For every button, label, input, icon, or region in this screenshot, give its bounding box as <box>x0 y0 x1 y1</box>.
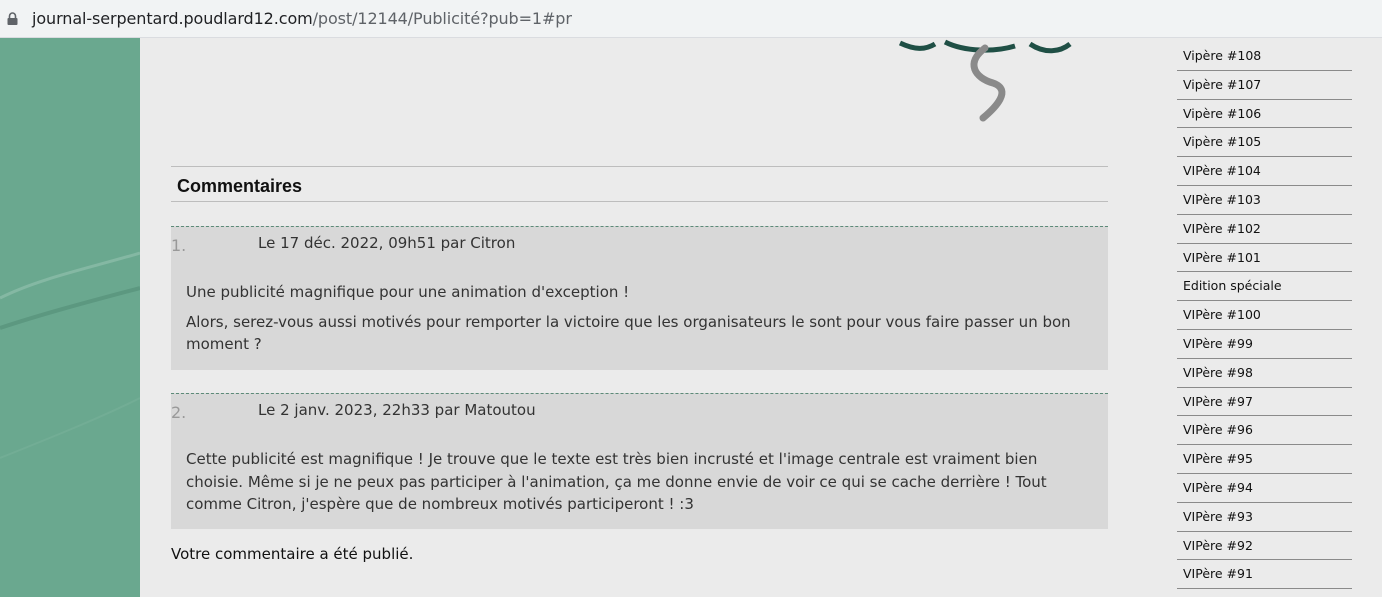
sidebar-issue-link[interactable]: Vipère #106 <box>1177 100 1352 129</box>
sidebar-issue-link[interactable]: VIPère #98 <box>1177 359 1352 388</box>
sidebar-issue-link[interactable]: VIPère #92 <box>1177 532 1352 561</box>
sidebar-issue-link[interactable]: Edition spéciale <box>1177 272 1352 302</box>
sidebar-issue-link[interactable]: VIPère #102 <box>1177 215 1352 244</box>
sidebar-issue-link[interactable]: Vipère #105 <box>1177 128 1352 158</box>
sidebar-issue-link[interactable]: Vipère #107 <box>1177 71 1352 100</box>
band-swirl-decoration <box>0 251 140 459</box>
comment-paragraph: Une publicité magnifique pour une animat… <box>186 283 630 301</box>
main-content: Commentaires 1. Le 17 déc. 2022, 09h51 p… <box>140 38 1176 597</box>
left-decorative-band <box>0 38 140 597</box>
address-bar[interactable]: journal-serpentard.poudlard12.com/post/1… <box>0 0 1382 38</box>
sidebar-issue-link[interactable]: VIPère #100 <box>1177 301 1352 330</box>
comment-number: 2. <box>171 403 187 422</box>
comment-paragraph: Alors, serez-vous aussi motivés pour rem… <box>186 312 1071 354</box>
sidebar-issue-link[interactable]: VIPère #101 <box>1177 244 1352 273</box>
issues-sidebar: Vipère #108 Vipère #107 Vipère #106 Vipère … <box>1177 42 1352 590</box>
comments-heading: Commentaires <box>171 166 1108 202</box>
comment-meta: Le 2 janv. 2023, 22h33 par Matoutou <box>258 401 536 419</box>
url-host: journal-serpentard.poudlard12.com <box>32 9 313 28</box>
sidebar-issue-link[interactable]: Vipère #108 <box>1177 42 1352 71</box>
comment-body: Une publicité magnifique pour une animat… <box>186 281 1088 363</box>
published-confirmation: Votre commentaire a été publié. <box>171 545 414 563</box>
comment-paragraph: Cette publicité est magnifique ! Je trou… <box>186 450 1047 513</box>
issues-list: Vipère #108 Vipère #107 Vipère #106 Vipère … <box>1177 42 1352 590</box>
sidebar-issue-link[interactable]: VIPère #99 <box>1177 330 1352 359</box>
lock-icon <box>7 12 18 25</box>
sidebar-issue-link[interactable]: VIPère #93 <box>1177 503 1352 532</box>
url-text[interactable]: journal-serpentard.poudlard12.com/post/1… <box>32 9 572 28</box>
sidebar-issue-link[interactable]: VIPère #96 <box>1177 416 1352 446</box>
url-path: /post/12144/Publicité?pub=1#pr <box>312 9 572 28</box>
comments-title: Commentaires <box>177 176 303 196</box>
sidebar-issue-link[interactable]: VIPère #94 <box>1177 474 1352 503</box>
serpent-logo-fragment <box>898 39 1072 122</box>
comment-body: Cette publicité est magnifique ! Je trou… <box>186 448 1088 523</box>
comment-2: 2. Le 2 janv. 2023, 22h33 par Matoutou C… <box>171 393 1108 529</box>
comment-number: 1. <box>171 236 187 255</box>
sidebar-issue-link[interactable]: VIPère #97 <box>1177 388 1352 417</box>
sidebar-issue-link[interactable]: VIPère #103 <box>1177 186 1352 215</box>
sidebar-issue-link[interactable]: VIPère #104 <box>1177 157 1352 186</box>
comment-1: 1. Le 17 déc. 2022, 09h51 par Citron Une… <box>171 226 1108 370</box>
sidebar-issue-link[interactable]: VIPère #91 <box>1177 560 1352 590</box>
sidebar-issue-link[interactable]: VIPère #95 <box>1177 445 1352 474</box>
comment-meta: Le 17 déc. 2022, 09h51 par Citron <box>258 234 516 252</box>
